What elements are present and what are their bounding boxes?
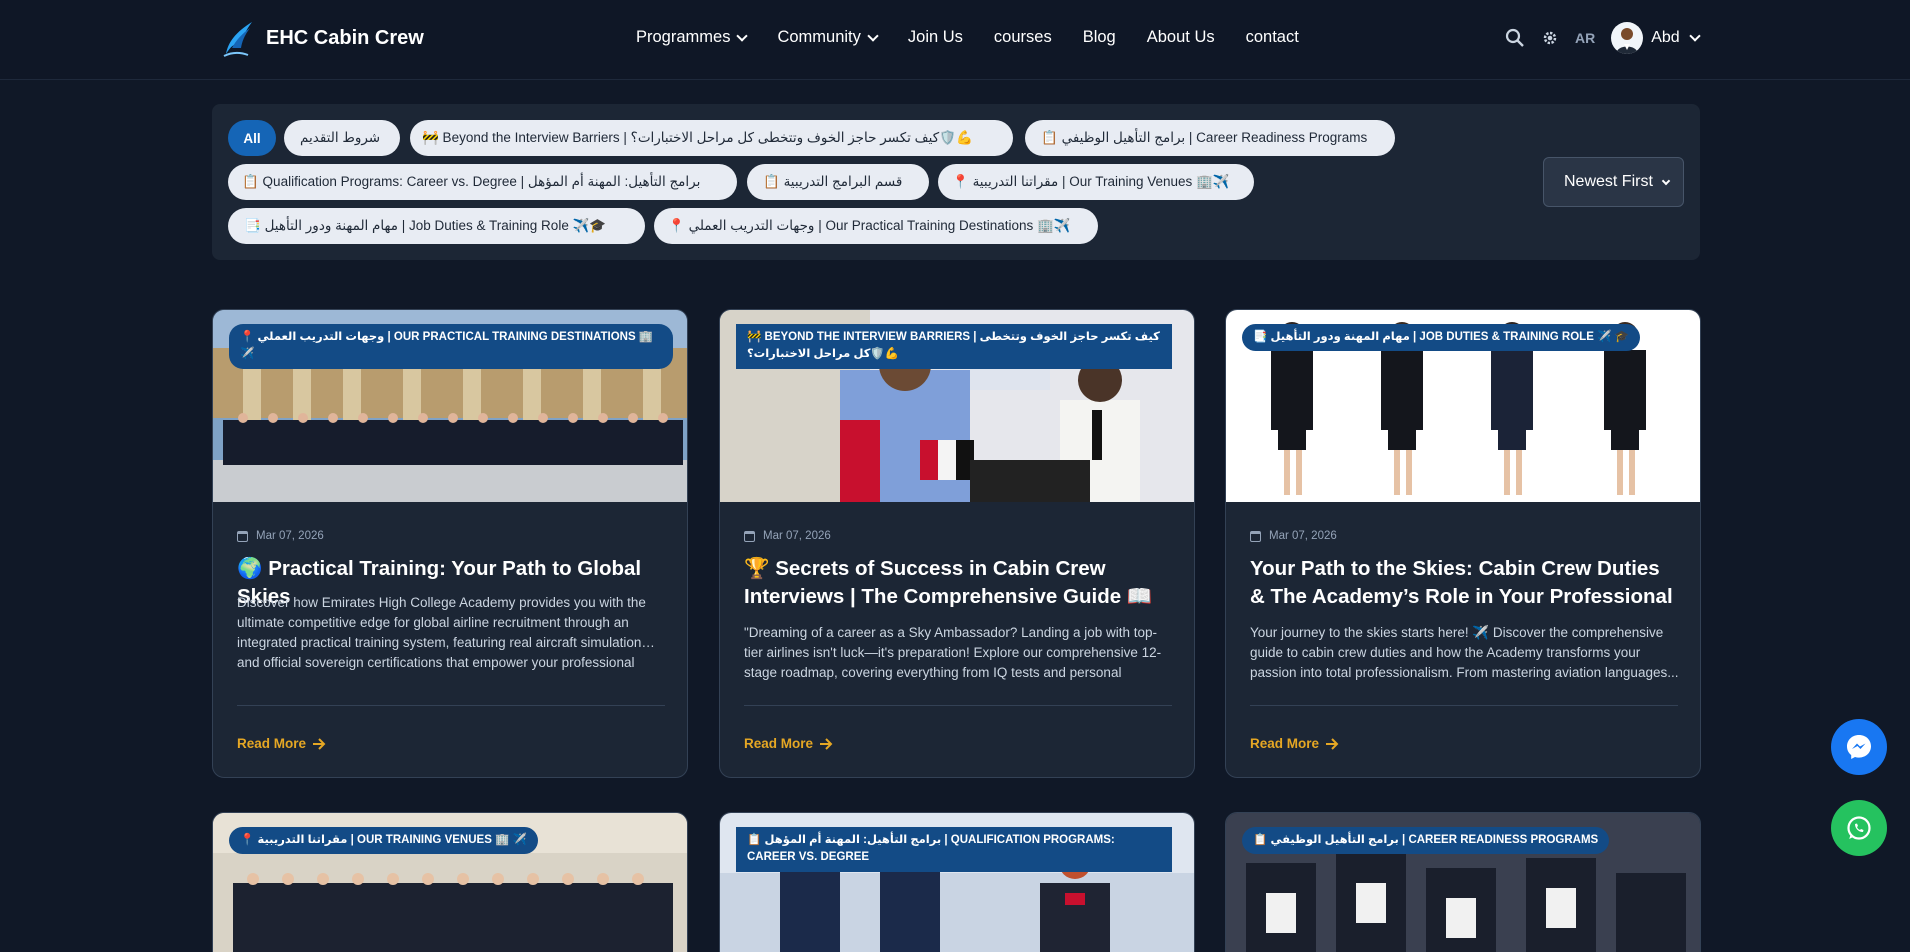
read-more-label: Read More <box>744 736 814 751</box>
menu-label: About Us <box>1146 28 1215 46</box>
filter-chip[interactable]: 📋 Qualification Programs: Career vs. Deg… <box>228 164 737 200</box>
language-toggle[interactable]: AR <box>1575 30 1595 46</box>
divider <box>237 705 665 706</box>
arrow-right-icon <box>1326 737 1339 750</box>
article-card[interactable]: 🚧 BEYOND THE INTERVIEW BARRIERS | كيف تك… <box>719 309 1195 778</box>
chip-label: 📍 مقراتنا التدريبية | Our Training Venue… <box>952 174 1230 189</box>
menu-contact[interactable]: contact <box>1246 28 1299 47</box>
card-image-qualification: 📋 برامج التأهيل: المهنة أم المؤهل | QUAL… <box>720 813 1194 952</box>
card-date: Mar 07, 2026 <box>1250 530 1337 542</box>
chip-label: 📋 قسم البرامج التدريبية <box>763 174 903 189</box>
menu-about-us[interactable]: About Us <box>1147 28 1215 47</box>
read-more-link[interactable]: Read More <box>1250 736 1339 751</box>
main-menu: Programmes Community Join Us courses Blo… <box>636 28 1299 47</box>
menu-courses[interactable]: courses <box>994 28 1052 47</box>
calendar-icon <box>744 530 755 542</box>
card-excerpt: "Dreaming of a career as a Sky Ambassado… <box>744 625 1162 680</box>
article-card[interactable]: 📍 مقراتنا التدريبية | OUR TRAINING VENUE… <box>212 812 688 952</box>
filter-chip[interactable]: 🚧 Beyond the Interview Barriers | كيف تك… <box>410 120 1013 156</box>
top-navbar: EHC Cabin Crew Programmes Community Join… <box>0 0 1910 80</box>
calendar-icon <box>1250 530 1261 542</box>
divider <box>1250 705 1678 706</box>
filter-chip[interactable]: 📑 مهام المهنة ودور التأهيل | Job Duties … <box>228 208 645 244</box>
date-text: Mar 07, 2026 <box>256 530 324 542</box>
arrow-right-icon <box>313 737 326 750</box>
menu-blog[interactable]: Blog <box>1083 28 1116 47</box>
brand-name: EHC Cabin Crew <box>266 26 424 49</box>
card-title[interactable]: Your Path to the Skies: Cabin Crew Dutie… <box>1250 555 1680 611</box>
date-text: Mar 07, 2026 <box>763 530 831 542</box>
card-excerpt: Discover how Emirates High College Acade… <box>237 595 655 670</box>
menu-label: Programmes <box>636 28 731 46</box>
card-date: Mar 07, 2026 <box>237 530 324 542</box>
read-more-label: Read More <box>237 736 307 751</box>
nav-actions: AR Abd <box>1505 22 1701 54</box>
calendar-icon <box>237 530 248 542</box>
chip-label: 📍 وجهات التدريب العملي | Our Practical T… <box>668 218 1071 233</box>
chip-label: 🚧 Beyond the Interview Barriers | كيف تك… <box>422 130 973 145</box>
whatsapp-icon <box>1847 816 1871 840</box>
search-icon[interactable] <box>1505 28 1525 48</box>
menu-community[interactable]: Community <box>777 28 879 47</box>
chip-label: شروط التقديم <box>300 130 381 145</box>
card-image-interview: 🚧 BEYOND THE INTERVIEW BARRIERS | كيف تك… <box>720 310 1194 502</box>
sort-select[interactable]: Newest First <box>1543 157 1684 207</box>
read-more-label: Read More <box>1250 736 1320 751</box>
filter-chip[interactable]: 📋 قسم البرامج التدريبية <box>747 164 929 200</box>
read-more-link[interactable]: Read More <box>237 736 326 751</box>
card-category-tag[interactable]: 📍 مقراتنا التدريبية | OUR TRAINING VENUE… <box>229 827 538 855</box>
brand[interactable]: EHC Cabin Crew <box>222 18 424 58</box>
article-card[interactable]: 📑 مهام المهنة ودور التأهيل | JOB DUTIES … <box>1225 309 1701 778</box>
article-card[interactable]: 📋 برامج التأهيل: المهنة أم المؤهل | QUAL… <box>719 812 1195 952</box>
menu-label: Join Us <box>907 28 963 46</box>
card-category-tag[interactable]: 🚧 BEYOND THE INTERVIEW BARRIERS | كيف تك… <box>736 324 1172 369</box>
card-category-tag[interactable]: 📑 مهام المهنة ودور التأهيل | JOB DUTIES … <box>1242 324 1640 352</box>
card-image-classroom: 📋 برامج التأهيل الوظيفي | CAREER READINE… <box>1226 813 1700 952</box>
menu-programmes[interactable]: Programmes <box>636 28 749 47</box>
chevron-down-icon <box>1661 176 1671 186</box>
filter-chip[interactable]: شروط التقديم <box>284 120 400 156</box>
sort-value: Newest First <box>1564 173 1653 190</box>
filter-chip[interactable]: 📋 برامج التأهيل الوظيفي | Career Readine… <box>1025 120 1395 156</box>
chevron-down-icon <box>736 29 749 42</box>
menu-label: contact <box>1245 28 1299 46</box>
card-image-venues: 📍 مقراتنا التدريبية | OUR TRAINING VENUE… <box>213 813 687 952</box>
messenger-button[interactable] <box>1831 719 1887 775</box>
user-name: Abd <box>1651 29 1680 46</box>
chip-label: 📋 برامج التأهيل الوظيفي | Career Readine… <box>1041 130 1368 145</box>
chevron-down-icon <box>867 29 879 42</box>
card-category-tag[interactable]: 📋 برامج التأهيل الوظيفي | CAREER READINE… <box>1242 827 1610 855</box>
article-card[interactable]: 📋 برامج التأهيل الوظيفي | CAREER READINE… <box>1225 812 1701 952</box>
gear-icon[interactable] <box>1541 29 1559 47</box>
menu-join-us[interactable]: Join Us <box>908 28 963 47</box>
card-image-uniforms: 📑 مهام المهنة ودور التأهيل | JOB DUTIES … <box>1226 310 1700 502</box>
card-category-tag[interactable]: 📋 برامج التأهيل: المهنة أم المؤهل | QUAL… <box>736 827 1172 872</box>
avatar <box>1611 22 1644 54</box>
menu-label: Community <box>777 28 861 46</box>
chip-label: All <box>243 130 261 146</box>
card-category-tag[interactable]: 📍 وجهات التدريب العملي | OUR PRACTICAL T… <box>229 324 673 369</box>
date-text: Mar 07, 2026 <box>1269 530 1337 542</box>
chevron-down-icon <box>1689 30 1701 42</box>
user-menu[interactable]: Abd <box>1611 22 1701 54</box>
whatsapp-button[interactable] <box>1831 800 1887 856</box>
filter-chip[interactable]: 📍 وجهات التدريب العملي | Our Practical T… <box>654 208 1098 244</box>
card-excerpt: Your journey to the skies starts here! ✈… <box>1250 625 1679 680</box>
article-card[interactable]: 📍 وجهات التدريب العملي | OUR PRACTICAL T… <box>212 309 688 778</box>
divider <box>744 705 1172 706</box>
filter-chip[interactable]: 📍 مقراتنا التدريبية | Our Training Venue… <box>938 164 1254 200</box>
filter-chip-all[interactable]: All <box>228 120 276 156</box>
messenger-icon <box>1847 735 1871 759</box>
chip-label: 📑 مهام المهنة ودور التأهيل | Job Duties … <box>244 218 607 233</box>
chip-label: 📋 Qualification Programs: Career vs. Deg… <box>242 174 701 189</box>
card-date: Mar 07, 2026 <box>744 530 831 542</box>
bird-logo-icon <box>223 22 252 57</box>
menu-label: courses <box>993 28 1052 46</box>
card-title[interactable]: 🏆 Secrets of Success in Cabin Crew Inter… <box>744 555 1174 611</box>
arrow-right-icon <box>820 737 833 750</box>
menu-label: Blog <box>1082 28 1116 46</box>
read-more-link[interactable]: Read More <box>744 736 833 751</box>
card-image-training-group: 📍 وجهات التدريب العملي | OUR PRACTICAL T… <box>213 310 687 502</box>
